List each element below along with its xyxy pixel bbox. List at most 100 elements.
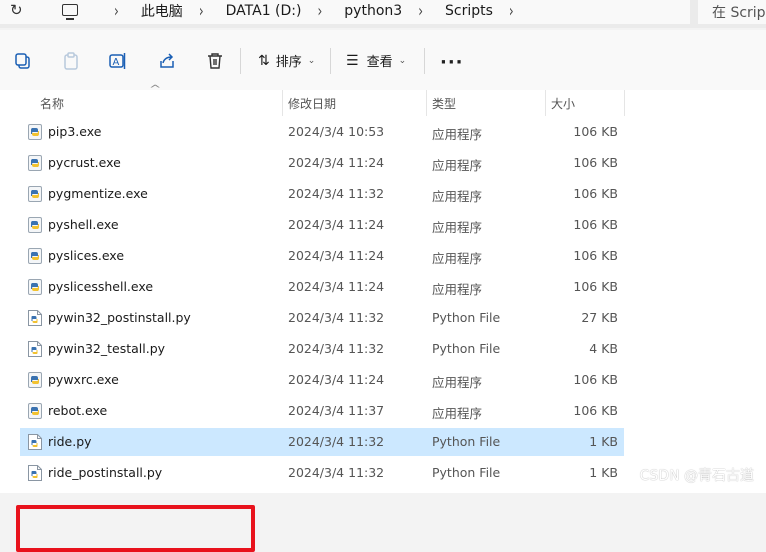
file-date: 2024/3/4 11:32 (288, 341, 385, 356)
column-header-size[interactable]: 大小 (551, 95, 575, 112)
copy-icon[interactable] (14, 52, 32, 70)
file-row[interactable]: ride_postinstall.py 2024/3/4 11:32 Python … (20, 459, 624, 487)
file-type: 应用程序 (432, 375, 483, 390)
chevron-right-icon[interactable]: › (509, 1, 514, 21)
column-header-name[interactable]: 名称 (40, 95, 64, 112)
file-row[interactable]: pywin32_testall.py 2024/3/4 11:32 Python F… (20, 335, 624, 363)
file-row[interactable]: pywin32_postinstall.py 2024/3/4 11:32 Pyth… (20, 304, 624, 332)
file-name: pygmentize.exe (48, 186, 148, 201)
file-name: rebot.exe (48, 403, 108, 418)
toolbar-divider (424, 48, 425, 74)
file-name: ride.py (48, 434, 92, 449)
python-file-icon (28, 465, 42, 481)
file-size: 106 KB (573, 372, 618, 387)
file-row[interactable]: pycrust.exe 2024/3/4 11:24 应用程序 106 KB (20, 149, 624, 177)
annotation-highlight-box (16, 505, 255, 552)
file-size: 27 KB (581, 310, 618, 325)
file-date: 2024/3/4 11:32 (288, 310, 385, 325)
delete-icon[interactable] (206, 52, 224, 70)
paste-icon[interactable] (62, 52, 80, 70)
python-file-icon (28, 310, 42, 326)
column-divider[interactable] (426, 90, 427, 116)
column-header-date[interactable]: 修改日期 (288, 95, 336, 112)
file-type: Python File (432, 310, 501, 325)
chevron-right-icon[interactable]: › (114, 1, 119, 21)
file-size: 106 KB (573, 155, 618, 170)
file-row[interactable]: rebot.exe 2024/3/4 11:37 应用程序 106 KB (20, 397, 624, 425)
column-divider[interactable] (545, 90, 546, 116)
python-exe-icon (28, 186, 42, 202)
python-exe-icon (28, 248, 42, 264)
file-row[interactable]: pyslices.exe 2024/3/4 11:24 应用程序 106 KB (20, 242, 624, 270)
chevron-right-icon[interactable]: › (418, 1, 423, 21)
file-size: 106 KB (573, 403, 618, 418)
column-header-type[interactable]: 类型 (432, 95, 456, 112)
file-list: ^ 名称 修改日期 类型 大小 pip3.exe 2024/3/4 10:53 应用… (0, 84, 766, 552)
file-type: 应用程序 (432, 282, 483, 297)
file-type: 应用程序 (432, 220, 483, 235)
share-icon[interactable] (158, 52, 176, 70)
file-type: 应用程序 (432, 158, 483, 173)
address-bar-row: ↻ › 此电脑 › DATA1 (D:) › python3 › Scripts… (0, 0, 766, 28)
file-row[interactable]: ride.py 2024/3/4 11:32 Python File 1 KB (20, 428, 624, 456)
file-size: 106 KB (573, 217, 618, 232)
breadcrumb: › 此电脑 › DATA1 (D:) › python3 › Scripts › (62, 0, 536, 22)
file-name: pyslices.exe (48, 248, 125, 263)
column-divider[interactable] (624, 90, 625, 116)
file-row[interactable]: pyshell.exe 2024/3/4 11:24 应用程序 106 KB (20, 211, 624, 239)
file-date: 2024/3/4 11:24 (288, 279, 385, 294)
column-header-row: ^ 名称 修改日期 类型 大小 (0, 84, 766, 116)
chevron-right-icon[interactable]: › (199, 1, 204, 21)
breadcrumb-item-this-pc[interactable]: 此电脑 (141, 1, 183, 21)
refresh-icon[interactable]: ↻ (10, 1, 23, 19)
file-size: 1 KB (589, 434, 618, 449)
breadcrumb-item-scripts[interactable]: Scripts (445, 3, 493, 19)
python-file-icon (28, 341, 42, 357)
file-type: Python File (432, 434, 501, 449)
file-row[interactable]: pygmentize.exe 2024/3/4 11:32 应用程序 106 KB (20, 180, 624, 208)
file-name: pywin32_testall.py (48, 341, 166, 356)
file-date: 2024/3/4 11:32 (288, 434, 385, 449)
file-type: 应用程序 (432, 127, 483, 142)
view-button[interactable]: ☰ 查看 ⌄ (346, 51, 406, 71)
toolbar-divider (240, 48, 241, 74)
python-file-icon (28, 434, 42, 450)
file-name: pyshell.exe (48, 217, 119, 232)
more-options-button[interactable]: ··· (440, 52, 464, 73)
toolbar-divider (330, 48, 331, 74)
sort-button[interactable]: ⇅ 排序 ⌄ (258, 51, 315, 71)
file-date: 2024/3/4 11:37 (288, 403, 385, 418)
python-exe-icon (28, 403, 42, 419)
python-exe-icon (28, 124, 42, 140)
sort-icon: ⇅ (258, 52, 270, 69)
file-type: 应用程序 (432, 406, 483, 421)
this-pc-icon[interactable] (62, 4, 78, 20)
breadcrumb-item-drive[interactable]: DATA1 (D:) (226, 3, 302, 19)
address-bar[interactable]: ↻ › 此电脑 › DATA1 (D:) › python3 › Scripts… (0, 0, 690, 24)
file-row[interactable]: pip3.exe 2024/3/4 10:53 应用程序 106 KB (20, 118, 624, 146)
file-size: 106 KB (573, 124, 618, 139)
view-label: 查看 (366, 55, 393, 70)
chevron-right-icon[interactable]: › (317, 1, 322, 21)
python-exe-icon (28, 372, 42, 388)
file-size: 1 KB (589, 465, 618, 480)
breadcrumb-item-python3[interactable]: python3 (344, 3, 402, 19)
view-icon: ☰ (346, 52, 359, 69)
file-name: pycrust.exe (48, 155, 121, 170)
file-date: 2024/3/4 10:53 (288, 124, 385, 139)
python-exe-icon (28, 279, 42, 295)
python-exe-icon (28, 217, 42, 233)
search-placeholder: 在 Scripts (712, 5, 766, 21)
search-input[interactable]: 在 Scripts (698, 0, 766, 24)
file-row[interactable]: pyslicesshell.exe 2024/3/4 11:24 应用程序 106 K… (20, 273, 624, 301)
file-row[interactable]: pywxrc.exe 2024/3/4 11:24 应用程序 106 KB (20, 366, 624, 394)
column-divider[interactable] (282, 90, 283, 116)
file-size: 4 KB (589, 341, 618, 356)
rename-icon[interactable]: A (109, 52, 127, 70)
file-size: 106 KB (573, 279, 618, 294)
svg-text:A: A (113, 57, 120, 68)
file-size: 106 KB (573, 186, 618, 201)
file-type: Python File (432, 465, 501, 480)
command-bar: A ⇅ 排序 ⌄ ☰ 查看 ⌄ ··· (0, 30, 766, 91)
file-date: 2024/3/4 11:24 (288, 372, 385, 387)
